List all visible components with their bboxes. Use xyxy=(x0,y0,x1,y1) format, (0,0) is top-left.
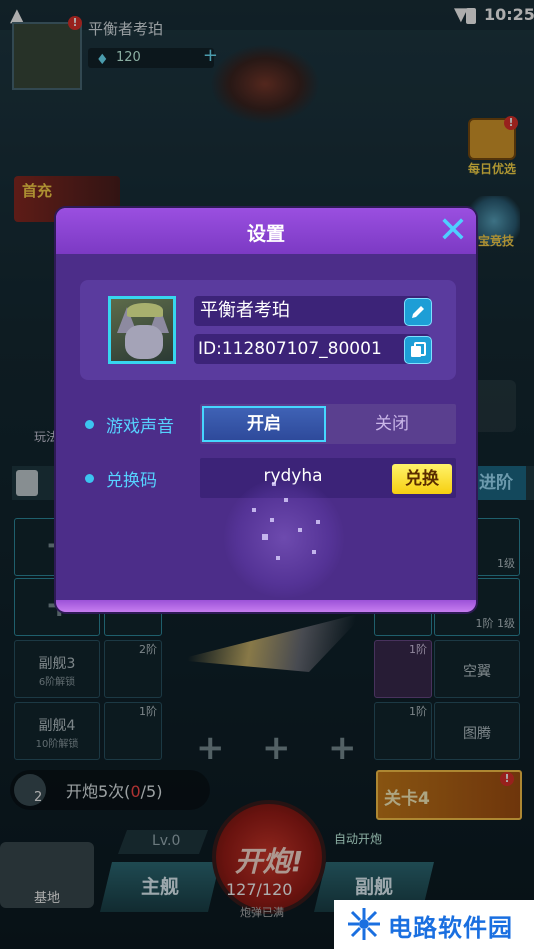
edit-name-button[interactable] xyxy=(404,298,432,326)
dialog-footer-edge xyxy=(56,600,476,612)
copy-icon xyxy=(411,342,426,357)
close-button[interactable]: ✕ xyxy=(436,213,470,249)
copy-id-button[interactable] xyxy=(404,336,432,364)
bullet-dot xyxy=(85,474,94,483)
watermark: 电路软件园 xyxy=(334,900,534,949)
sound-on-button[interactable]: 开启 xyxy=(202,406,326,442)
sound-label: 游戏声音 xyxy=(106,417,174,437)
sound-toggle: 开启 关闭 xyxy=(200,404,456,444)
player-id-field: ID:112807107_80001 xyxy=(194,334,430,364)
close-icon: ✕ xyxy=(437,210,469,251)
sound-off-button[interactable]: 关闭 xyxy=(330,406,454,442)
settings-dialog: 设置 ✕ 平衡者考珀 ID:112807107_80001 游戏声音 开启 关闭… xyxy=(56,208,476,612)
watermark-logo-icon xyxy=(348,908,380,940)
sparkle-glow xyxy=(224,478,344,598)
redeem-code-input[interactable]: rydyha 兑换 xyxy=(200,458,456,498)
dialog-title: 设置 xyxy=(246,223,285,245)
redeem-code-label: 兑换码 xyxy=(106,471,157,491)
profile-avatar xyxy=(108,296,176,364)
watermark-text: 电路软件园 xyxy=(388,914,513,942)
redeem-button[interactable]: 兑换 xyxy=(392,464,452,494)
profile-card: 平衡者考珀 ID:112807107_80001 xyxy=(80,280,456,380)
bullet-dot xyxy=(85,420,94,429)
player-name-field: 平衡者考珀 xyxy=(194,296,430,326)
pencil-icon xyxy=(412,306,424,318)
